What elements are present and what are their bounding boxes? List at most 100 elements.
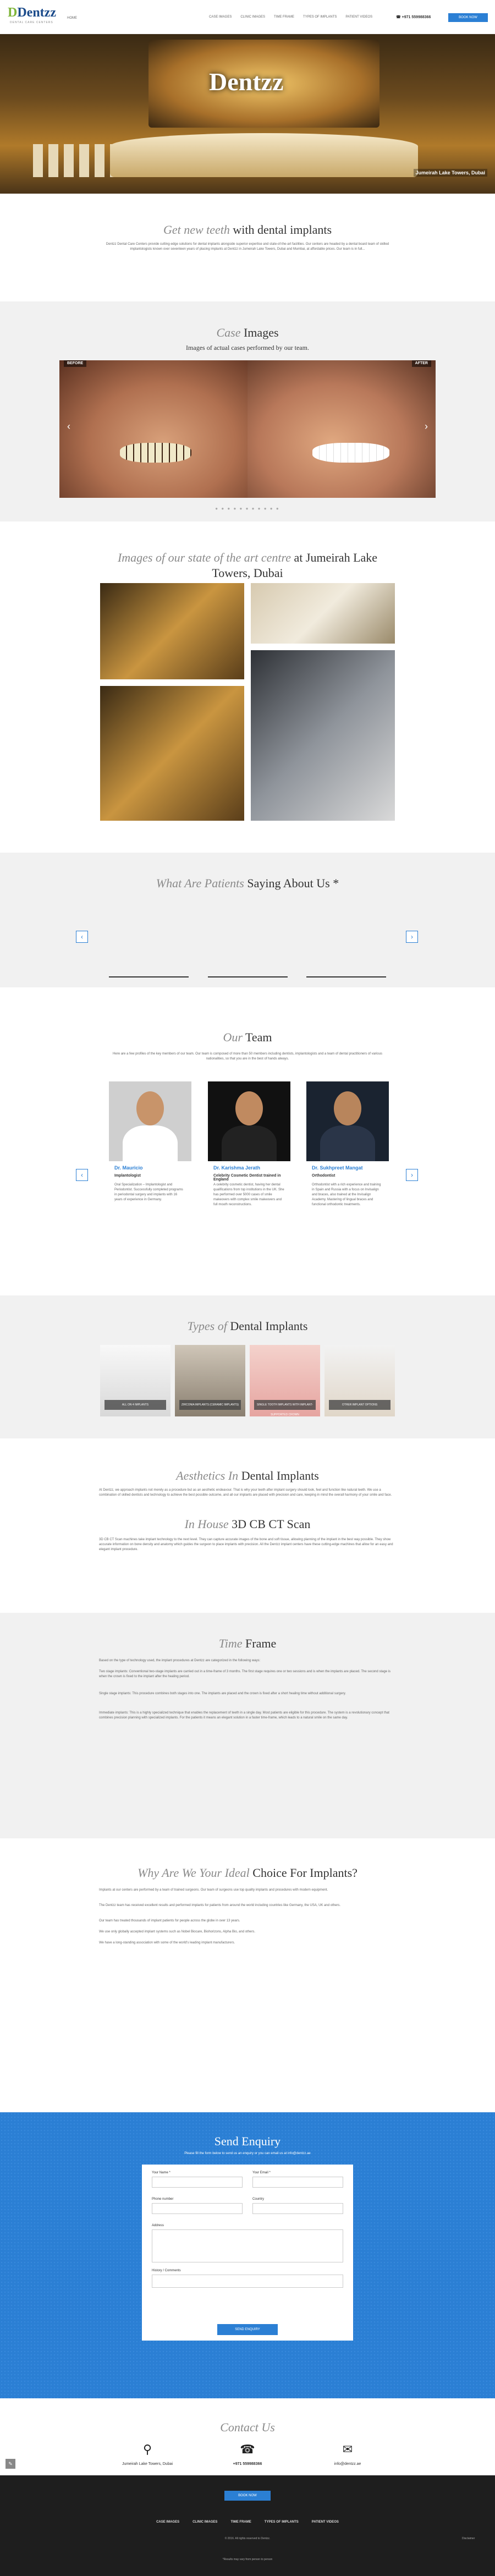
intro-text: Dentzz Dental Care Centers provide cutti… xyxy=(106,243,389,251)
case-images-subtitle: Images of actual cases performed by our … xyxy=(186,344,309,351)
team-member-description: Orthodontist with a rich experience and … xyxy=(312,1183,381,1206)
footer-nav: CASE IMAGES CLINIC IMAGES TIME FRAME TYP… xyxy=(0,2520,495,2524)
slider-pagination-dots[interactable]: ● ● ● ● ● ● ● ● ● ● ● xyxy=(0,506,495,511)
types-title: Types of Dental Implants xyxy=(187,1319,308,1333)
case-images-title: Case Images xyxy=(216,326,279,339)
nav-item-patient-videos[interactable]: PATIENT VIDEOS xyxy=(345,15,372,19)
timeframe-text-1: Based on the type of technology used, th… xyxy=(99,1659,261,1662)
phone-number: +971 559988366 xyxy=(402,15,431,19)
ideal-title: Why Are We Your Ideal Choice For Implant… xyxy=(138,1866,358,1880)
hero-brand-text: Dentzz xyxy=(209,68,284,96)
email-input[interactable] xyxy=(252,2177,343,2188)
enquiry-email-link[interactable]: info@dentzz.ae xyxy=(288,2152,311,2155)
team-intro: Here are a few profiles of the key membe… xyxy=(113,1052,382,1061)
before-teeth xyxy=(120,443,191,463)
address-label: Address xyxy=(152,2224,164,2227)
aesthetics-text: At Dentzz, we approach implants not mere… xyxy=(99,1489,392,1497)
testimonial-prev-button[interactable]: ‹ xyxy=(76,931,88,943)
ideal-text-4: We use only globally accepted implant sy… xyxy=(99,1930,256,1934)
case-image-slider[interactable]: BEFORE AFTER ‹ › xyxy=(59,360,436,498)
ct-scan-title: In House 3D CB CT Scan xyxy=(184,1517,311,1531)
country-input[interactable] xyxy=(252,2203,343,2214)
after-photo xyxy=(248,360,436,498)
team-member-card[interactable]: Dr. Sukhpreet Mangat Orthodontist Orthod… xyxy=(306,1081,389,1246)
phone-input[interactable] xyxy=(152,2203,243,2214)
phone-icon: ☎ xyxy=(240,2442,255,2456)
hero-image: Dentzz Jumeirah Lake Towers, Dubai xyxy=(0,34,495,194)
team-member-name: Dr. Mauricio xyxy=(114,1165,143,1171)
type-card-all-on-4[interactable]: ALL ON 4 IMPLANTS xyxy=(100,1345,170,1416)
footer-link-case-images[interactable]: CASE IMAGES xyxy=(156,2520,179,2524)
ideal-text-5: We have a long-standing association with… xyxy=(99,1941,235,1945)
team-next-button[interactable]: › xyxy=(406,1169,418,1181)
team-member-card[interactable]: Dr. Mauricio Implantologist Oral Special… xyxy=(109,1081,191,1246)
before-label: BEFORE xyxy=(64,360,87,367)
testimonial-divider xyxy=(306,976,386,977)
nav-home-link[interactable]: HOME xyxy=(67,17,77,20)
contact-address: Jumeirah Lake Towers, Dubai xyxy=(122,2462,173,2466)
slider-prev-arrow-icon[interactable]: ‹ xyxy=(67,421,70,432)
footer-link-patient-videos[interactable]: PATIENT VIDEOS xyxy=(312,2520,339,2524)
logo-text: Dentzz xyxy=(17,6,56,20)
nav-item-types-of-implants[interactable]: TYPES OF IMPLANTS xyxy=(303,15,337,19)
testimonial-next-button[interactable]: › xyxy=(406,931,418,943)
testimonials-title: What Are Patients Saying About Us * xyxy=(156,876,339,890)
clinic-photo-corridor[interactable] xyxy=(251,583,395,644)
top-navigation-bar: DDentzz DENTAL CARE CENTERS HOME CASE IM… xyxy=(0,0,495,34)
testimonial-divider xyxy=(109,976,189,977)
hero-caption: Jumeirah Lake Towers, Dubai xyxy=(413,169,487,177)
name-input[interactable] xyxy=(152,2177,243,2188)
clinic-photo-lobby[interactable] xyxy=(100,686,244,821)
after-teeth xyxy=(312,443,389,463)
name-label: Your Name * xyxy=(152,2171,170,2174)
mail-icon: ✉ xyxy=(342,2442,353,2456)
footer-copyright: © 2016. All rights reserved to Dentzz. xyxy=(224,2537,271,2540)
team-member-name: Dr. Karishma Jerath xyxy=(213,1165,261,1171)
team-member-role: Orthodontist xyxy=(312,1174,336,1178)
clinic-photo-reception[interactable] xyxy=(100,583,244,679)
timeframe-text-4: Immediate implants: This is a highly spe… xyxy=(99,1711,389,1720)
timeframe-text-2: Two stage implants: Conventional two-sta… xyxy=(99,1670,391,1678)
type-card-other[interactable]: OTHER IMPLANT OPTIONS xyxy=(324,1345,395,1416)
nav-item-time-frame[interactable]: TIME FRAME xyxy=(274,15,294,19)
accessibility-widget-icon[interactable]: ✎ xyxy=(6,2459,15,2469)
footer-link-clinic-images[interactable]: CLINIC IMAGES xyxy=(193,2520,217,2524)
testimonial-divider xyxy=(208,976,288,977)
ct-scan-text: 3D CB CT Scan machines take implant tech… xyxy=(99,1538,393,1551)
type-card-single-tooth[interactable]: SINGLE TOOTH IMPLANTS WITH IMPLANT-SUPPO… xyxy=(250,1345,320,1416)
footer-book-now-button[interactable]: BOOK NOW xyxy=(224,2491,271,2501)
timeframe-title: Time Frame xyxy=(218,1636,277,1650)
footer-disclaimer-link[interactable]: Disclaimer xyxy=(462,2537,475,2540)
header-phone[interactable]: ☎ +971 559988366 xyxy=(396,15,431,19)
team-member-card[interactable]: Dr. Karishma Jerath Celebrity Cosmetic D… xyxy=(208,1081,290,1246)
nav-item-clinic-images[interactable]: CLINIC IMAGES xyxy=(240,15,265,19)
phone-icon: ☎ xyxy=(396,15,402,19)
footer-note: *Results may vary from person to person xyxy=(222,2558,273,2561)
contact-title: Contact Us xyxy=(220,2420,275,2434)
team-member-name: Dr. Sukhpreet Mangat xyxy=(312,1165,363,1171)
team-title: Our Team xyxy=(223,1030,272,1044)
nav-item-case-images[interactable]: CASE IMAGES xyxy=(209,15,232,19)
history-textarea[interactable] xyxy=(152,2275,343,2288)
contact-email[interactable]: info@dentzz.ae xyxy=(293,2462,403,2466)
type-card-zirconia[interactable]: ZIRCONIA IMPLANTS (CERAMIC IMPLANTS) xyxy=(175,1345,245,1416)
team-member-description: Oral Specialization – Implantologist and… xyxy=(114,1183,183,1201)
history-label: History / Comments xyxy=(152,2269,181,2272)
footer-link-types-of-implants[interactable]: TYPES OF IMPLANTS xyxy=(265,2520,299,2524)
send-enquiry-button[interactable]: SEND ENQUIRY xyxy=(217,2324,278,2335)
team-prev-button[interactable]: ‹ xyxy=(76,1169,88,1181)
ideal-text-2: The Dentzz team has received excellent r… xyxy=(99,1904,341,1907)
contact-phone[interactable]: +971 559988366 xyxy=(193,2462,302,2466)
after-label: AFTER xyxy=(411,360,431,367)
timeframe-text-3: Single stage implants: This procedure co… xyxy=(99,1692,346,1695)
footer-link-time-frame[interactable]: TIME FRAME xyxy=(230,2520,251,2524)
clinic-photo-treatment-room[interactable] xyxy=(251,650,395,821)
team-member-photo xyxy=(306,1081,389,1161)
book-now-button[interactable]: BOOK NOW xyxy=(448,13,488,22)
logo[interactable]: DDentzz xyxy=(8,6,56,20)
phone-label: Phone number xyxy=(152,2198,174,2201)
enquiry-title: Send Enquiry xyxy=(214,2134,281,2148)
address-textarea[interactable] xyxy=(152,2229,343,2262)
clinic-title: Images of our state of the art centre at… xyxy=(117,551,378,580)
slider-next-arrow-icon[interactable]: › xyxy=(425,421,428,432)
